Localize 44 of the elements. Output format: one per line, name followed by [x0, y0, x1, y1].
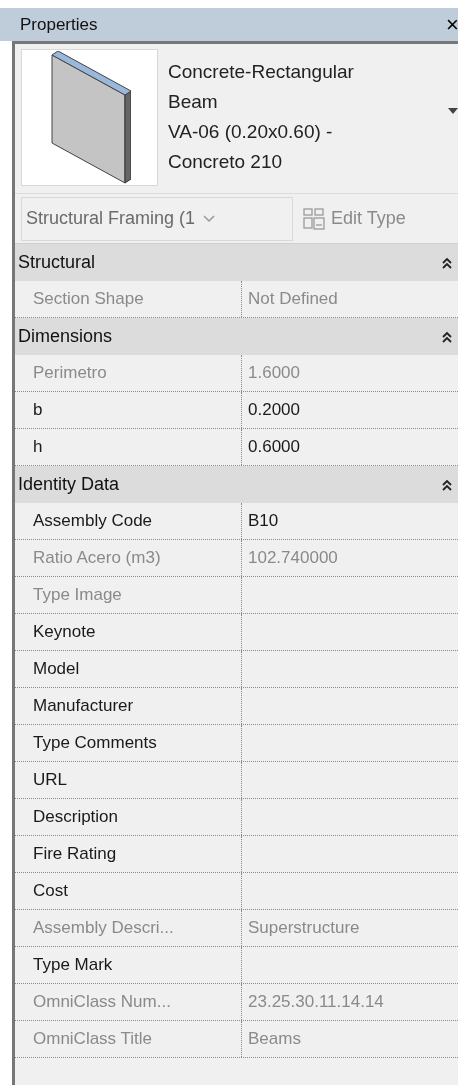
- group-title: Identity Data: [18, 473, 120, 496]
- property-value[interactable]: 0.2000: [248, 397, 300, 423]
- property-label: Assembly Descri...: [33, 917, 174, 940]
- property-label: Type Comments: [33, 732, 157, 755]
- group-header[interactable]: Identity Data: [15, 466, 458, 503]
- property-label: Fire Rating: [33, 843, 117, 866]
- property-label: Description: [33, 806, 119, 829]
- type-name-line: Beam: [168, 90, 219, 114]
- property-label: Section Shape: [33, 288, 144, 311]
- filter-value: Structural Framing (1: [26, 207, 196, 230]
- property-label: Cost: [33, 880, 68, 903]
- type-selector[interactable]: Concrete-Rectangular Beam VA-06 (0.20x0.60) - Concreto 210: [15, 44, 458, 194]
- group-header[interactable]: Dimensions: [15, 318, 458, 355]
- beam-preview-icon: [48, 50, 131, 185]
- property-label: b: [33, 399, 43, 422]
- property-label: URL: [33, 769, 67, 792]
- window-title: Properties: [20, 13, 98, 36]
- property-label: Manufacturer: [33, 695, 134, 718]
- property-label: Type Mark: [33, 954, 113, 977]
- property-label: h: [33, 436, 43, 459]
- dropdown-arrow-icon: [448, 108, 458, 114]
- collapse-icon[interactable]: [442, 330, 452, 343]
- property-label: OmniClass Title: [33, 1028, 153, 1051]
- property-label: OmniClass Num...: [33, 991, 171, 1014]
- property-label: Keynote: [33, 621, 96, 644]
- group-header[interactable]: Structural: [15, 244, 458, 281]
- property-label: Perimetro: [33, 362, 107, 385]
- group-title: Dimensions: [18, 325, 113, 348]
- collapse-icon[interactable]: [442, 256, 452, 269]
- property-value[interactable]: 0.6000: [248, 434, 300, 460]
- type-name-line: VA-06 (0.20x0.60) -: [168, 120, 334, 144]
- group-title: Structural: [18, 251, 96, 274]
- property-label: Ratio Acero (m3): [33, 547, 161, 570]
- instance-filter-dropdown[interactable]: Structural Framing (1: [21, 196, 293, 241]
- property-label: Model: [33, 658, 80, 681]
- collapse-icon[interactable]: [442, 478, 452, 491]
- property-label: Type Image: [33, 584, 122, 607]
- close-button[interactable]: ×: [446, 13, 458, 36]
- property-value[interactable]: B10: [248, 508, 279, 534]
- type-name-line: Concreto 210: [168, 150, 284, 174]
- edit-type-icon: [303, 207, 325, 230]
- property-label: Assembly Code: [33, 510, 153, 533]
- type-name-line: Concrete-Rectangular: [168, 60, 355, 84]
- chevron-down-icon: [203, 214, 216, 223]
